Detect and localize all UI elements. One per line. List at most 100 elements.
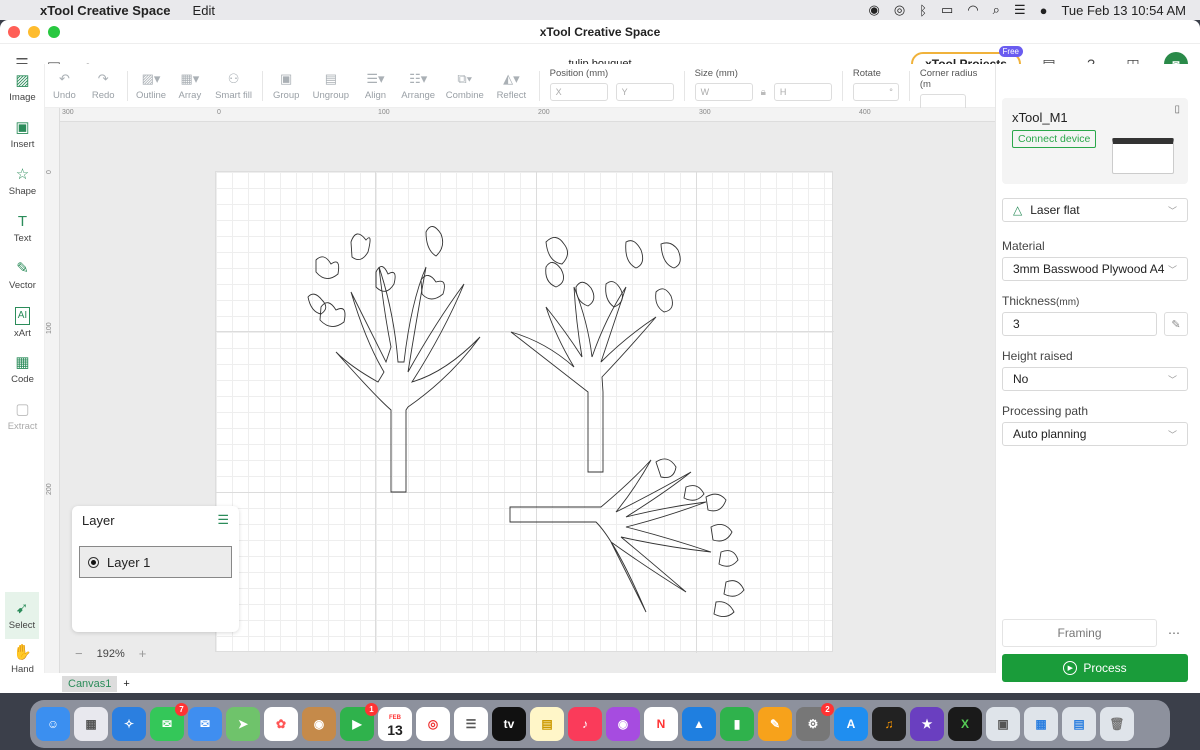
shape-tool[interactable]: ☆ Shape: [0, 158, 45, 205]
safari-icon[interactable]: ✧: [112, 707, 146, 741]
extract-tool[interactable]: ▢ Extract: [0, 393, 45, 440]
add-canvas-button[interactable]: +: [123, 678, 129, 690]
position-group: Position (mm) X Y: [544, 64, 680, 101]
align-button[interactable]: ☰▾ Align: [356, 64, 395, 108]
material-select[interactable]: 3mm Basswood Plywood A4 ﹀: [1002, 257, 1188, 281]
select-tool[interactable]: ➹ Select: [5, 592, 39, 639]
imovie-icon[interactable]: ★: [910, 707, 944, 741]
connect-device-button[interactable]: Connect device: [1012, 130, 1097, 148]
tv-icon[interactable]: tv: [492, 707, 526, 741]
close-window-button[interactable]: [8, 25, 20, 38]
zoom-window-button[interactable]: [48, 25, 60, 38]
top-ruler: 300 0 100 200 300 400: [60, 108, 995, 122]
framing-button[interactable]: Framing: [1002, 619, 1157, 647]
code-tool[interactable]: ▦ Code: [0, 346, 45, 393]
align-icon: ☰▾: [366, 71, 385, 86]
control-center-icon[interactable]: ☰: [1014, 2, 1026, 18]
layer-menu-icon[interactable]: ☰: [217, 512, 229, 528]
layer-item[interactable]: Layer 1: [79, 546, 232, 578]
numbers-icon[interactable]: ▮: [720, 707, 754, 741]
preview-icon[interactable]: ▣: [986, 707, 1020, 741]
system-settings-icon[interactable]: ⚙ 2: [796, 703, 834, 741]
laser-machine-image: [1112, 138, 1174, 174]
lock-icon[interactable]: 🔒︎: [761, 87, 766, 98]
garageband-icon[interactable]: ♫: [872, 707, 906, 741]
screenshots-icon[interactable]: ▦: [1024, 707, 1058, 741]
reminders-icon[interactable]: ☰: [454, 707, 488, 741]
work-board[interactable]: [215, 171, 834, 653]
status-icon[interactable]: ◉: [869, 2, 880, 18]
edit-menu[interactable]: Edit: [193, 3, 215, 18]
bluetooth-icon[interactable]: ᛒ: [919, 3, 927, 18]
airdrop-icon[interactable]: ◎: [894, 2, 905, 18]
app-store-icon[interactable]: A: [834, 707, 868, 741]
wifi-icon[interactable]: ◠: [967, 2, 978, 18]
text-icon: T: [17, 212, 28, 230]
vector-tool[interactable]: ✎ Vector: [0, 252, 45, 299]
bouquet-3: [509, 458, 745, 617]
trash-icon[interactable]: 🗑︎: [1100, 707, 1134, 741]
image-tool[interactable]: ▨ Image: [0, 64, 45, 111]
launchpad-icon[interactable]: ▦: [74, 707, 108, 741]
zoom-out-button[interactable]: −: [75, 646, 83, 661]
free-badge: Free: [998, 46, 1023, 57]
notes-icon[interactable]: ▤: [530, 707, 564, 741]
text-tool[interactable]: T Text: [0, 205, 45, 252]
xtool-icon[interactable]: X: [948, 707, 982, 741]
battery-icon[interactable]: ▭: [941, 2, 953, 18]
height-select[interactable]: No ﹀: [1002, 367, 1188, 391]
group-button[interactable]: ▣ Group: [267, 64, 306, 108]
music-icon[interactable]: ♪: [568, 707, 602, 741]
position-x-input[interactable]: X: [549, 83, 608, 101]
size-w-input[interactable]: W: [694, 83, 753, 101]
size-h-input[interactable]: H: [773, 83, 832, 101]
photos-icon[interactable]: ✿: [264, 707, 298, 741]
ungroup-button[interactable]: ▤ Ungroup: [306, 64, 356, 108]
zoom-in-button[interactable]: +: [139, 646, 147, 661]
redo-button[interactable]: ↷ Redo: [84, 64, 123, 108]
app-menu[interactable]: xTool Creative Space: [40, 3, 171, 18]
hand-tool[interactable]: ✋ Hand: [0, 636, 45, 683]
thickness-input[interactable]: 3: [1002, 312, 1157, 336]
keynote-icon[interactable]: ▲: [682, 707, 716, 741]
device-settings-icon[interactable]: ▯: [1174, 104, 1180, 115]
array-button[interactable]: ▦▾ Array: [170, 64, 209, 108]
siri-icon[interactable]: ●: [1040, 3, 1048, 18]
clock[interactable]: Tue Feb 13 10:54 AM: [1061, 3, 1186, 18]
xart-tool[interactable]: AI xArt: [0, 299, 45, 346]
rotate-input[interactable]: °: [852, 83, 899, 101]
arrange-button[interactable]: ☷▾ Arrange: [395, 64, 442, 108]
calendar-icon[interactable]: FEB 13: [378, 707, 412, 741]
podcasts-icon[interactable]: ◉: [606, 707, 640, 741]
news-icon[interactable]: N: [644, 707, 678, 741]
more-icon[interactable]: ⋯: [1161, 619, 1187, 647]
process-button[interactable]: ▶ Process: [1002, 654, 1188, 682]
chrome-icon[interactable]: ◎: [416, 707, 450, 741]
facetime-icon[interactable]: ▶ 1: [340, 703, 378, 741]
path-select[interactable]: Auto planning ﹀: [1002, 422, 1188, 446]
bouquet-1: [307, 226, 481, 493]
messages-icon[interactable]: ✉ 7: [150, 703, 188, 741]
tab-canvas1[interactable]: Canvas1: [62, 676, 118, 692]
tulip-bouquet-drawing[interactable]: [216, 172, 834, 653]
contacts-icon[interactable]: ◉: [302, 707, 336, 741]
outline-button[interactable]: ▨▾ Outline: [132, 64, 171, 108]
search-icon[interactable]: ⌕: [993, 2, 1000, 18]
downloads-icon[interactable]: ▤: [1062, 707, 1096, 741]
mode-select[interactable]: △ Laser flat ﹀: [1002, 198, 1188, 222]
reflect-button[interactable]: ◭▾ Reflect: [488, 64, 535, 108]
minimize-window-button[interactable]: [28, 25, 40, 38]
layer-radio[interactable]: [88, 556, 99, 568]
edit-toolbar: ↶ Undo ↷ Redo ▨▾ Outline ▦▾ Array ⚇ Smart fil…: [45, 64, 995, 112]
smart-fill-button[interactable]: ⚇ Smart fill: [209, 64, 258, 108]
pages-icon[interactable]: ✎: [758, 707, 792, 741]
layer-panel-title: Layer: [82, 512, 115, 528]
finder-icon[interactable]: ☺: [36, 707, 70, 741]
insert-tool[interactable]: ▣ Insert: [0, 111, 45, 158]
measure-icon[interactable]: ✎: [1164, 312, 1188, 336]
undo-button[interactable]: ↶ Undo: [45, 64, 84, 108]
maps-icon[interactable]: ➤: [226, 707, 260, 741]
mail-icon[interactable]: ✉: [188, 707, 222, 741]
combine-button[interactable]: ⧉▾ Combine: [441, 64, 488, 108]
position-y-input[interactable]: Y: [615, 83, 674, 101]
